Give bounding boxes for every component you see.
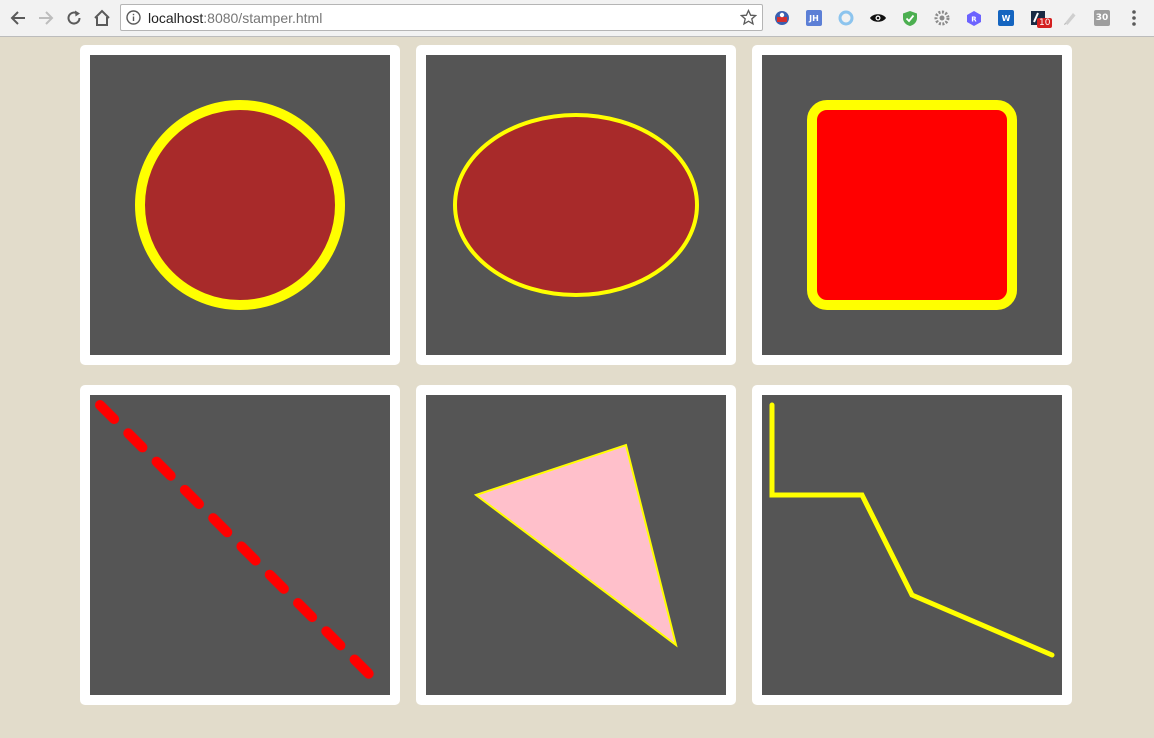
- address-bar[interactable]: localhost:8080/stamper.html: [120, 4, 763, 31]
- reload-icon: [67, 10, 81, 25]
- stamp-tile-dashed-line[interactable]: [80, 385, 400, 705]
- w-extension-label: W: [998, 10, 1014, 26]
- address-host: localhost: [148, 10, 204, 26]
- rectangle-stamp-canvas: [762, 55, 1062, 355]
- stamp-tile-triangle[interactable]: [416, 385, 736, 705]
- chrome-menu-button[interactable]: [1122, 6, 1146, 30]
- line-stamp-canvas: [90, 395, 390, 695]
- shield-extension-icon[interactable]: [901, 9, 919, 27]
- gear-extension-icon[interactable]: [933, 9, 951, 27]
- ring-extension-icon[interactable]: [837, 9, 855, 27]
- triangle-stamp-canvas: [426, 395, 726, 695]
- flag-extension-icon[interactable]: [773, 9, 791, 27]
- ellipse-stamp-canvas: [426, 55, 726, 355]
- eye-extension-icon[interactable]: [869, 9, 887, 27]
- home-button[interactable]: [90, 6, 114, 30]
- jh-extension-label: JH: [806, 10, 822, 26]
- address-url[interactable]: localhost:8080/stamper.html: [148, 10, 322, 26]
- polyline-stamp-canvas: [762, 395, 1062, 695]
- stamp-tile-ellipse[interactable]: [416, 45, 736, 365]
- rounded-rectangle-shape: [807, 100, 1017, 310]
- bookmark-star-icon[interactable]: [739, 8, 758, 31]
- kebab-menu-icon: [1132, 10, 1136, 26]
- r-extension-icon[interactable]: R: [965, 9, 983, 27]
- w-extension-icon[interactable]: W: [997, 9, 1015, 27]
- r-extension-label: R: [971, 15, 977, 23]
- address-path: :8080/stamper.html: [203, 10, 323, 26]
- back-button[interactable]: [6, 6, 30, 30]
- stamp-tile-rounded-rectangle[interactable]: [752, 45, 1072, 365]
- badge-extension-icon[interactable]: 10: [1029, 9, 1053, 28]
- reload-button[interactable]: [62, 6, 86, 30]
- code-extension-icon[interactable]: 30: [1093, 9, 1111, 27]
- ellipse-shape: [453, 113, 699, 297]
- circle-stamp-canvas: [90, 55, 390, 355]
- pen-extension-icon[interactable]: [1061, 9, 1079, 27]
- code-extension-label: 30: [1094, 10, 1110, 26]
- forward-button[interactable]: [34, 6, 58, 30]
- back-arrow-icon: [10, 11, 25, 25]
- info-icon[interactable]: [126, 10, 141, 30]
- circle-shape: [135, 100, 345, 310]
- stamp-tile-circle[interactable]: [80, 45, 400, 365]
- forward-arrow-icon: [39, 11, 54, 25]
- browser-toolbar: localhost:8080/stamper.html JH R W 10 30: [0, 0, 1154, 37]
- extension-badge-count: 10: [1037, 18, 1053, 28]
- jh-extension-icon[interactable]: JH: [805, 9, 823, 27]
- canvas-background: [762, 395, 1062, 695]
- stamp-tile-polyline[interactable]: [752, 385, 1072, 705]
- home-icon: [94, 9, 110, 26]
